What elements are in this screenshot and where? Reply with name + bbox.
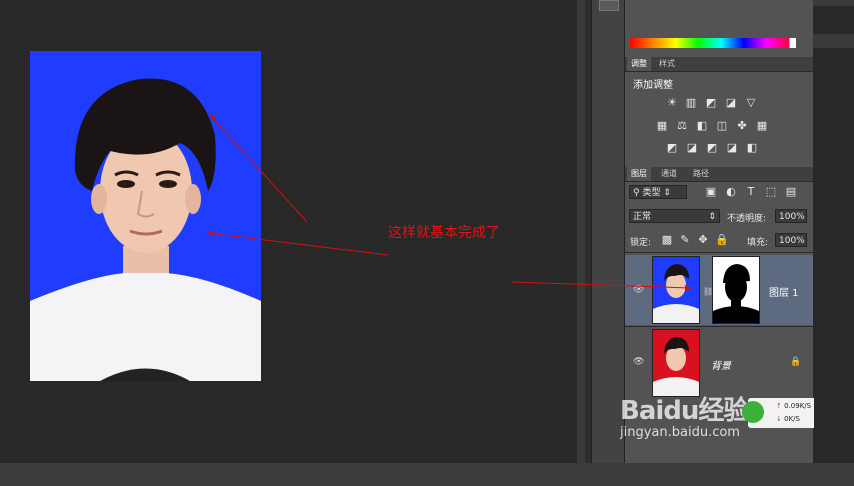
edge-strip-mid — [813, 34, 854, 48]
lock-image-icon[interactable]: ✎ — [679, 234, 691, 246]
exposure-icon[interactable]: ◪ — [725, 97, 737, 109]
canvas-scrollbar[interactable] — [577, 0, 585, 463]
filter-pixel-icon[interactable]: ▣ — [705, 186, 717, 198]
fill-label: 填充: — [747, 238, 769, 248]
layer-row-background[interactable]: 👁 背景 🔒 — [625, 327, 813, 397]
levels-icon[interactable]: ▥ — [685, 97, 697, 109]
watermark-url: jingyan.baidu.com — [620, 425, 740, 440]
curves-icon[interactable]: ◩ — [705, 97, 717, 109]
filter-adjust-icon[interactable]: ◐ — [725, 186, 737, 198]
layer-row-1[interactable]: 👁 ⛓ 图层 1 — [625, 255, 813, 325]
upload-speed: ↑ 0.09K/S — [776, 402, 812, 410]
lock-transparent-icon[interactable]: ▩ — [661, 234, 673, 246]
tab-layers[interactable]: 图层 — [627, 167, 651, 181]
hue-saturation-icon[interactable]: ▦ — [656, 120, 668, 132]
layers-tabs: 图层 通道 路径 — [625, 167, 813, 182]
color-balance-icon[interactable]: ⚖ — [676, 120, 688, 132]
channel-mixer-icon[interactable]: ✤ — [736, 120, 748, 132]
blend-mode-select[interactable]: 正常 ⇕ — [629, 209, 720, 223]
fill-input[interactable]: 100% — [775, 233, 807, 247]
blend-mode-value: 正常 — [633, 212, 652, 222]
color-spectrum[interactable] — [630, 38, 796, 48]
edge-strip-top — [813, 0, 854, 6]
lock-all-icon[interactable]: 🔒 — [715, 234, 729, 246]
eye-icon[interactable]: 👁 — [633, 357, 644, 367]
watermark-logo: Baidu经验 — [620, 396, 749, 426]
panel-edge — [813, 0, 854, 463]
opacity-input[interactable]: 100% — [775, 209, 807, 223]
background-thumbnail — [652, 329, 700, 397]
adjustments-tabs: 调整 样式 — [625, 57, 813, 72]
baidu-watermark: Baidu经验 jingyan.baidu.com — [620, 390, 749, 440]
filter-type-icon[interactable]: T — [745, 186, 757, 198]
eye-icon[interactable]: 👁 — [633, 285, 644, 295]
layer-name[interactable]: 背景 — [711, 357, 731, 372]
tab-channels[interactable]: 通道 — [657, 167, 681, 181]
lock-position-icon[interactable]: ✥ — [697, 234, 709, 246]
add-adjustment-title: 添加调整 — [633, 80, 673, 91]
document-canvas[interactable]: 这样就基本完成了 — [0, 0, 577, 463]
annotation-text: 这样就基本完成了 — [388, 225, 500, 241]
color-lookup-icon[interactable]: ▦ — [756, 120, 768, 132]
tab-paths[interactable]: 路径 — [689, 167, 713, 181]
threshold-icon[interactable]: ◩ — [706, 142, 718, 154]
black-white-icon[interactable]: ◧ — [696, 120, 708, 132]
gradient-map-icon[interactable]: ◧ — [746, 142, 758, 154]
history-icon[interactable] — [599, 0, 619, 11]
speed-ball-icon — [742, 401, 764, 423]
lock-label: 锁定: — [630, 238, 652, 248]
photo-filter-icon[interactable]: ◫ — [716, 120, 728, 132]
layer-thumbnail — [652, 256, 700, 324]
lock-icon: 🔒 — [790, 357, 802, 367]
layers-divider — [625, 252, 813, 253]
chevron-updown-icon: ⇕ — [708, 212, 716, 222]
status-bar — [0, 463, 854, 486]
opacity-label: 不透明度: — [727, 214, 767, 224]
kind-filter-value: 类型 — [642, 188, 661, 198]
selective-color-icon[interactable]: ◪ — [726, 142, 738, 154]
invert-icon[interactable]: ◩ — [666, 142, 678, 154]
download-speed: ↓ 0K/S — [776, 415, 800, 423]
brightness-icon[interactable]: ☀ — [666, 97, 678, 109]
kind-filter-select[interactable]: ⚲ 类型 ⇕ — [629, 185, 687, 199]
filter-shape-icon[interactable]: ⬚ — [765, 186, 777, 198]
network-speed-widget[interactable]: ↑ 0.09K/S ↓ 0K/S — [742, 398, 814, 428]
tab-styles[interactable]: 样式 — [655, 57, 679, 71]
layer-name[interactable]: 图层 1 — [769, 284, 799, 299]
vibrance-icon[interactable]: ▽ — [745, 97, 757, 109]
tab-adjustments[interactable]: 调整 — [627, 57, 651, 71]
layer-mask-thumbnail[interactable] — [712, 256, 760, 324]
filter-smart-icon[interactable]: ▤ — [785, 186, 797, 198]
posterize-icon[interactable]: ◪ — [686, 142, 698, 154]
